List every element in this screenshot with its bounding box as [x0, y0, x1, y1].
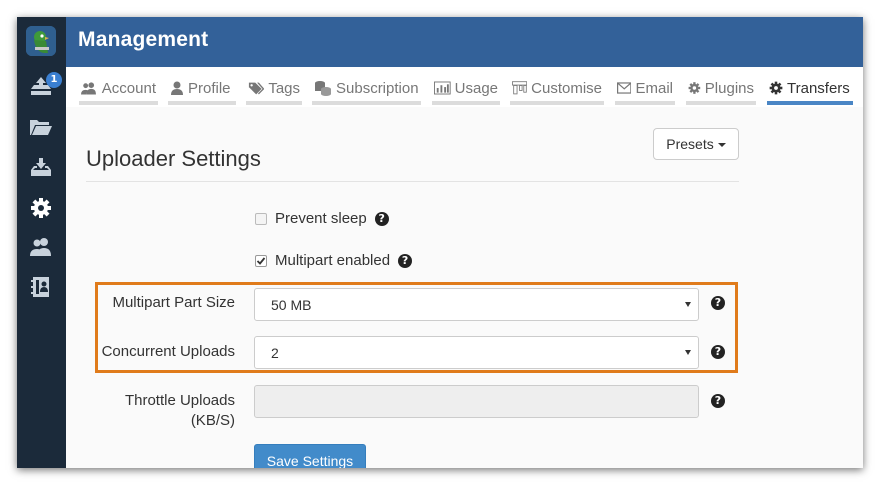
- part-size-label: Multipart Part Size: [112, 294, 235, 311]
- download-tray-icon: [31, 158, 51, 176]
- columns-icon: [512, 81, 528, 95]
- user-icon: [171, 81, 183, 95]
- part-size-value: 50 MB: [271, 296, 312, 313]
- app-window: 1 Management Account Profile Tags Subscr…: [17, 17, 863, 468]
- help-icon[interactable]: ?: [711, 394, 725, 408]
- presets-dropdown-button[interactable]: Presets: [653, 128, 739, 160]
- concurrent-uploads-label: Concurrent Uploads: [101, 343, 235, 360]
- page-title: Uploader Settings: [86, 146, 261, 171]
- gear-icon: [688, 82, 701, 94]
- part-size-select[interactable]: 50 MB: [254, 288, 699, 321]
- dropdown-arrow-icon: [685, 350, 691, 355]
- help-icon[interactable]: ?: [374, 211, 389, 226]
- app-logo[interactable]: [26, 26, 56, 56]
- sidebar-item-settings[interactable]: [28, 197, 54, 219]
- multipart-enabled-row: Multipart enabled ?: [255, 252, 413, 269]
- tab-customise[interactable]: Customise: [510, 71, 604, 105]
- tab-plugins-label: Plugins: [704, 79, 754, 97]
- upload-count-badge: 1: [46, 72, 62, 88]
- user-group-icon: [81, 82, 96, 95]
- concurrent-uploads-value: 2: [271, 344, 279, 361]
- multipart-enabled-checkbox[interactable]: [255, 254, 267, 267]
- tab-account-label: Account: [101, 79, 156, 97]
- sidebar-item-contacts[interactable]: [28, 276, 54, 298]
- presets-label: Presets: [666, 136, 714, 152]
- multipart-enabled-label: Multipart enabled: [275, 252, 391, 269]
- tags-icon: [248, 82, 265, 95]
- app-header: Management: [66, 17, 863, 67]
- gear-icon: [769, 81, 783, 95]
- users-icon: [30, 238, 51, 256]
- throttle-input[interactable]: [254, 385, 699, 418]
- help-icon[interactable]: ?: [711, 345, 725, 359]
- envelope-icon: [617, 82, 632, 94]
- tab-usage[interactable]: Usage: [432, 71, 500, 105]
- tab-email-label: Email: [635, 79, 673, 97]
- throttle-label-line2: (KB/S): [190, 412, 235, 429]
- gear-icon: [31, 198, 51, 218]
- throttle-label: Throttle Uploads (KB/S): [85, 391, 235, 431]
- tab-plugins[interactable]: Plugins: [686, 71, 756, 105]
- checkmark-icon: [256, 256, 266, 265]
- title-divider: [86, 181, 739, 182]
- dropdown-arrow-icon: [685, 302, 691, 307]
- address-book-icon: [31, 277, 49, 297]
- help-icon[interactable]: ?: [711, 296, 725, 310]
- caret-down-icon: [717, 143, 726, 147]
- tab-customise-label: Customise: [531, 79, 602, 97]
- save-settings-button[interactable]: Save Settings: [254, 444, 366, 468]
- tab-transfers[interactable]: Transfers: [767, 71, 853, 105]
- tab-subscription-label: Subscription: [336, 79, 419, 97]
- tab-profile-label: Profile: [188, 79, 231, 97]
- tab-tags-label: Tags: [268, 79, 300, 97]
- folder-open-icon: [30, 120, 52, 135]
- sidebar-item-files[interactable]: [28, 116, 54, 138]
- left-sidebar: 1: [17, 17, 66, 468]
- sidebar-item-users[interactable]: [28, 236, 54, 258]
- parrot-logo-icon: [26, 26, 56, 56]
- sidebar-item-downloads[interactable]: [28, 157, 54, 179]
- tab-usage-label: Usage: [454, 79, 498, 97]
- prevent-sleep-row: Prevent sleep ?: [255, 210, 389, 227]
- help-icon[interactable]: ?: [398, 253, 413, 268]
- tab-account[interactable]: Account: [79, 71, 158, 105]
- concurrent-uploads-select[interactable]: 2: [254, 336, 699, 369]
- settings-panel: Uploader Settings Presets Prevent sleep …: [66, 107, 863, 468]
- app-title: Management: [78, 28, 209, 51]
- bar-chart-icon: [434, 81, 451, 95]
- prevent-sleep-label: Prevent sleep: [275, 210, 367, 227]
- tab-transfers-label: Transfers: [787, 79, 850, 97]
- tab-bar: Account Profile Tags Subscription Usage …: [66, 67, 863, 107]
- tab-email[interactable]: Email: [615, 71, 675, 105]
- coins-icon: [315, 81, 331, 96]
- tab-tags[interactable]: Tags: [246, 71, 302, 105]
- tab-subscription[interactable]: Subscription: [312, 71, 421, 105]
- prevent-sleep-checkbox[interactable]: [255, 212, 267, 225]
- throttle-label-line1: Throttle Uploads: [124, 392, 235, 409]
- tab-profile[interactable]: Profile: [168, 71, 236, 105]
